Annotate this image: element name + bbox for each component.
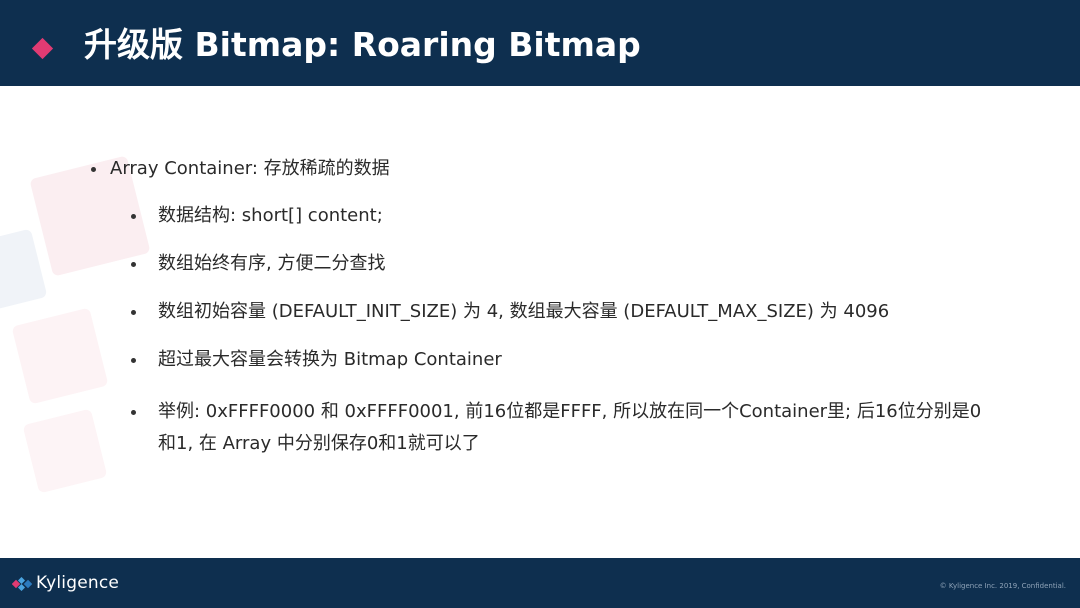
decorative-shape: [0, 228, 48, 314]
bullet-dot-icon: [131, 262, 136, 267]
bullet-text: 数组初始容量 (DEFAULT_INIT_SIZE) 为 4, 数组最大容量 (…: [158, 301, 890, 322]
bullet-sub: 举例: 0xFFFF0000 和 0xFFFF0001, 前16位都是FFFF,…: [131, 396, 998, 460]
slide-title: 升级版 Bitmap: Roaring Bitmap: [84, 25, 641, 64]
kyligence-logo-icon: [12, 577, 32, 591]
bullet-dot-icon: [91, 167, 96, 172]
diamond-bullet-icon: [31, 37, 54, 60]
decorative-shape: [11, 307, 109, 405]
bullet-sub: 数据结构: short[] content;: [131, 203, 383, 229]
bullet-dot-icon: [131, 214, 136, 219]
bullet-dot-icon: [131, 310, 136, 315]
bullet-text: 超过最大容量会转换为 Bitmap Container: [158, 349, 502, 370]
bullet-sub: 数组始终有序, 方便二分查找: [131, 251, 386, 277]
bullet-text: Array Container: 存放稀疏的数据: [110, 158, 390, 179]
bullet-dot-icon: [131, 410, 136, 415]
bullet-dot-icon: [131, 358, 136, 363]
bullet-main: Array Container: 存放稀疏的数据: [91, 156, 390, 182]
slide-header: 升级版 Bitmap: Roaring Bitmap: [0, 0, 1080, 86]
bullet-text: 数组始终有序, 方便二分查找: [158, 253, 386, 274]
bullet-sub: 超过最大容量会转换为 Bitmap Container: [131, 347, 502, 373]
slide-body: Array Container: 存放稀疏的数据 数据结构: short[] c…: [0, 86, 1080, 558]
copyright-text: © Kyligence Inc. 2019, Confidential.: [939, 582, 1066, 590]
bullet-text: 举例: 0xFFFF0000 和 0xFFFF0001, 前16位都是FFFF,…: [158, 401, 982, 454]
logo-wordmark: Kyligence: [36, 573, 120, 593]
decorative-shape: [22, 408, 108, 494]
bullet-text: 数据结构: short[] content;: [158, 205, 383, 226]
bullet-sub: 数组初始容量 (DEFAULT_INIT_SIZE) 为 4, 数组最大容量 (…: [131, 299, 890, 325]
slide-footer: Kyligence © Kyligence Inc. 2019, Confide…: [0, 558, 1080, 608]
